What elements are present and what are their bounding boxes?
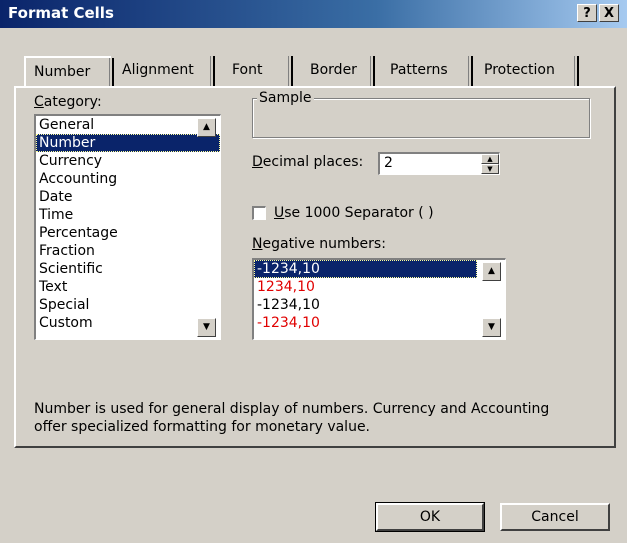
format-cells-dialog: Format Cells ? X Number Alignment Font B…	[0, 0, 627, 543]
dialog-title: Format Cells	[8, 4, 114, 22]
tab-label: Protection	[484, 62, 555, 78]
tab-alignment[interactable]: Alignment	[114, 56, 215, 86]
tab-patterns[interactable]: Patterns	[382, 56, 473, 86]
thousand-separator-label[interactable]: Use 1000 Separator ( )	[274, 205, 434, 221]
help-button[interactable]: ?	[577, 4, 597, 22]
decimal-places-value[interactable]: 2	[384, 155, 393, 171]
list-item[interactable]: Scientific	[36, 260, 220, 278]
list-item[interactable]: Percentage	[36, 224, 220, 242]
tab-border[interactable]: Border	[302, 56, 375, 86]
list-item[interactable]: Time	[36, 206, 220, 224]
list-item[interactable]: Fraction	[36, 242, 220, 260]
tab-label: Number	[34, 64, 91, 80]
tab-label: Border	[310, 62, 357, 78]
tab-label: Patterns	[390, 62, 448, 78]
list-item[interactable]: -1234,10	[254, 260, 477, 278]
list-item[interactable]: -1234,10	[254, 314, 505, 332]
title-bar[interactable]: Format Cells ? X	[0, 0, 627, 28]
category-label: Category:	[34, 94, 102, 110]
list-item[interactable]: General	[36, 116, 220, 134]
list-item[interactable]: Date	[36, 188, 220, 206]
decimal-places-spinner[interactable]: 2 ▲ ▼	[378, 152, 500, 175]
sample-group: Sample	[252, 90, 590, 138]
close-button[interactable]: X	[599, 4, 619, 22]
tab-number[interactable]: Number	[24, 56, 114, 88]
tab-label: Alignment	[122, 62, 194, 78]
description-line-2: offer specialized formatting for monetar…	[34, 419, 371, 435]
cancel-button[interactable]: Cancel	[500, 503, 610, 531]
list-item[interactable]: Accounting	[36, 170, 220, 188]
spin-up-icon[interactable]: ▲	[481, 154, 499, 164]
scroll-down-icon[interactable]: ▼	[482, 318, 501, 337]
negative-numbers-list[interactable]: -1234,10 1234,10 -1234,10 -1234,10 ▲ ▼	[252, 258, 506, 340]
tab-font[interactable]: Font	[224, 56, 293, 86]
list-item[interactable]: Custom	[36, 314, 220, 332]
thousand-separator-checkbox[interactable]	[252, 206, 266, 220]
spin-down-icon[interactable]: ▼	[481, 164, 499, 174]
decimal-places-label: Decimal places:	[252, 154, 364, 170]
list-item[interactable]: -1234,10	[254, 296, 505, 314]
scroll-up-icon[interactable]: ▲	[197, 118, 216, 137]
category-list[interactable]: General Number Currency Accounting Date …	[34, 114, 221, 340]
description-line-1: Number is used for general display of nu…	[34, 401, 550, 417]
list-item[interactable]: Currency	[36, 152, 220, 170]
tab-protection[interactable]: Protection	[476, 56, 579, 86]
scroll-down-icon[interactable]: ▼	[197, 318, 216, 337]
list-item[interactable]: Special	[36, 296, 220, 314]
negative-numbers-label: Negative numbers:	[252, 236, 386, 252]
list-item[interactable]: 1234,10	[254, 278, 505, 296]
scroll-up-icon[interactable]: ▲	[482, 262, 501, 281]
sample-legend: Sample	[257, 90, 314, 106]
tab-label: Font	[232, 62, 263, 78]
list-item[interactable]: Number	[36, 134, 220, 152]
list-item[interactable]: Text	[36, 278, 220, 296]
ok-button[interactable]: OK	[375, 502, 485, 532]
